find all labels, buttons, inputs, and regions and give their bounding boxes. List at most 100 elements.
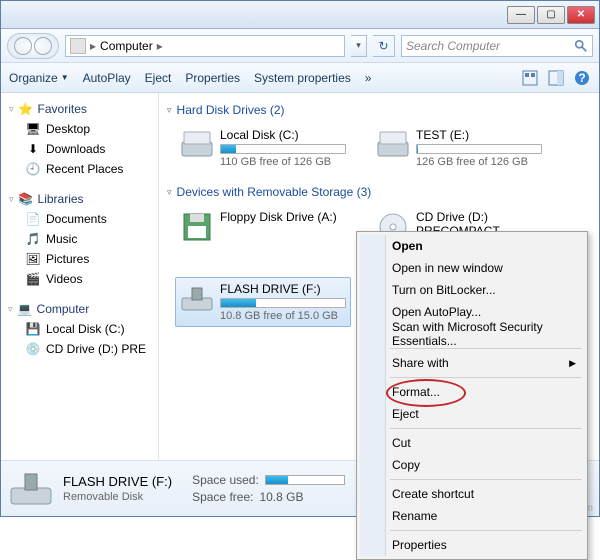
- chevron-right-icon: ▶: [569, 358, 576, 369]
- drive-flash-f[interactable]: FLASH DRIVE (F:) 10.8 GB free of 15.0 GB: [175, 277, 351, 327]
- usb-icon: [9, 470, 53, 508]
- navigation-pane: ▿⭐Favorites 🖥Desktop ⬇Downloads 🕘Recent …: [1, 93, 159, 460]
- toolbar-overflow[interactable]: »: [365, 71, 372, 85]
- eject-button[interactable]: Eject: [145, 71, 172, 85]
- folder-icon: 📄: [25, 211, 41, 227]
- menu-item-properties[interactable]: Properties: [360, 534, 584, 556]
- space-used-label: Space used:: [192, 473, 259, 487]
- drive-label: Local Disk (C:): [220, 128, 346, 142]
- group-hard-disks[interactable]: ▿Hard Disk Drives (2): [167, 103, 595, 117]
- menu-item-open-in-new-window[interactable]: Open in new window: [360, 257, 584, 279]
- chevron-down-icon: ▿: [8, 304, 13, 315]
- space-free-value: 10.8 GB: [259, 490, 303, 504]
- sidebar-item-documents[interactable]: 📄Documents: [5, 209, 154, 229]
- chevron-right-icon: ▸: [90, 39, 96, 53]
- drive-sub: 110 GB free of 126 GB: [220, 156, 346, 168]
- usb-icon: [180, 282, 214, 316]
- menu-item-create-shortcut[interactable]: Create shortcut: [360, 483, 584, 505]
- sidebar-item-music[interactable]: 🎵Music: [5, 229, 154, 249]
- context-menu: OpenOpen in new windowTurn on BitLocker.…: [356, 231, 588, 560]
- minimize-button[interactable]: —: [507, 6, 535, 24]
- menu-item-scan-with-microsoft-security-essentials[interactable]: Scan with Microsoft Security Essentials.…: [360, 323, 584, 345]
- back-icon: [14, 37, 32, 55]
- sidebar-item-downloads[interactable]: ⬇Downloads: [5, 139, 154, 159]
- computer-group[interactable]: ▿💻Computer: [5, 299, 154, 319]
- chevron-down-icon: ▼: [61, 73, 69, 82]
- computer-icon: 💻: [17, 301, 33, 317]
- titlebar: — ▢ ✕: [1, 1, 599, 29]
- close-button[interactable]: ✕: [567, 6, 595, 24]
- computer-icon: [70, 38, 86, 54]
- sidebar-item-recent[interactable]: 🕘Recent Places: [5, 159, 154, 179]
- menu-item-turn-on-bitlocker[interactable]: Turn on BitLocker...: [360, 279, 584, 301]
- menu-item-format[interactable]: Format...: [360, 381, 584, 403]
- usage-bar: [220, 298, 346, 308]
- drive-local-c[interactable]: Local Disk (C:) 110 GB free of 126 GB: [175, 123, 351, 173]
- sidebar-item-localdisk[interactable]: 💾Local Disk (C:): [5, 319, 154, 339]
- drive-floppy-a[interactable]: Floppy Disk Drive (A:): [175, 205, 351, 269]
- menu-item-copy[interactable]: Copy: [360, 454, 584, 476]
- usage-bar: [220, 144, 346, 154]
- sidebar-item-videos[interactable]: 🎬Videos: [5, 269, 154, 289]
- hdd-icon: [180, 128, 214, 162]
- drive-sub: 10.8 GB free of 15.0 GB: [220, 310, 346, 322]
- chevron-right-icon: ▸: [157, 39, 163, 53]
- chevron-down-icon: ▿: [9, 104, 14, 115]
- navbar: ▸ Computer ▸ ▾ ↻ Search Computer: [1, 29, 599, 63]
- search-icon: [574, 39, 588, 53]
- menu-item-rename[interactable]: Rename: [360, 505, 584, 527]
- music-icon: 🎵: [25, 231, 41, 247]
- preview-pane-button[interactable]: [547, 69, 565, 87]
- downloads-icon: ⬇: [25, 141, 41, 157]
- forward-icon: [34, 37, 52, 55]
- chevron-down-icon: ▿: [9, 194, 14, 205]
- breadcrumb[interactable]: ▸ Computer ▸: [65, 35, 345, 57]
- hdd-icon: [376, 128, 410, 162]
- breadcrumb-item[interactable]: Computer: [100, 39, 153, 53]
- menu-item-cut[interactable]: Cut: [360, 432, 584, 454]
- cd-icon: 💿: [25, 341, 41, 357]
- star-icon: ⭐: [18, 101, 34, 117]
- toolbar: Organize▼ AutoPlay Eject Properties Syst…: [1, 63, 599, 93]
- menu-item-eject[interactable]: Eject: [360, 403, 584, 425]
- menu-item-open[interactable]: Open: [360, 235, 584, 257]
- menu-separator: [390, 479, 582, 480]
- nav-back-forward[interactable]: [7, 33, 59, 59]
- chevron-down-icon: ▿: [167, 105, 172, 116]
- sidebar-item-cddrive[interactable]: 💿CD Drive (D:) PRE: [5, 339, 154, 359]
- drive-test-e[interactable]: TEST (E:) 126 GB free of 126 GB: [371, 123, 547, 173]
- group-removable[interactable]: ▿Devices with Removable Storage (3): [167, 185, 595, 199]
- libraries-group[interactable]: ▿📚Libraries: [5, 189, 154, 209]
- drive-sub: 126 GB free of 126 GB: [416, 156, 542, 168]
- sidebar-item-pictures[interactable]: 🖼Pictures: [5, 249, 154, 269]
- space-free-label: Space free:: [192, 490, 253, 504]
- system-properties-button[interactable]: System properties: [254, 71, 351, 85]
- organize-menu[interactable]: Organize▼: [9, 71, 69, 85]
- chevron-down-icon: ▿: [167, 187, 172, 198]
- pictures-icon: 🖼: [25, 251, 41, 267]
- help-button[interactable]: ?: [573, 69, 591, 87]
- menu-separator: [390, 428, 582, 429]
- maximize-button[interactable]: ▢: [537, 6, 565, 24]
- autoplay-button[interactable]: AutoPlay: [83, 71, 131, 85]
- refresh-button[interactable]: ↻: [373, 35, 395, 57]
- libraries-icon: 📚: [18, 191, 34, 207]
- search-input[interactable]: Search Computer: [401, 35, 593, 57]
- usage-bar: [265, 475, 345, 485]
- details-type: Removable Disk: [63, 491, 172, 503]
- menu-separator: [390, 530, 582, 531]
- menu-separator: [390, 348, 582, 349]
- history-dropdown[interactable]: ▾: [351, 35, 367, 57]
- sidebar-item-desktop[interactable]: 🖥Desktop: [5, 119, 154, 139]
- properties-button[interactable]: Properties: [185, 71, 240, 85]
- recent-icon: 🕘: [25, 161, 41, 177]
- view-mode-button[interactable]: [521, 69, 539, 87]
- desktop-icon: 🖥: [25, 121, 41, 137]
- details-name: FLASH DRIVE (F:): [63, 474, 172, 489]
- menu-item-share-with[interactable]: Share with▶: [360, 352, 584, 374]
- drive-icon: 💾: [25, 321, 41, 337]
- usage-bar: [416, 144, 542, 154]
- drive-label: FLASH DRIVE (F:): [220, 282, 346, 296]
- favorites-group[interactable]: ▿⭐Favorites: [5, 99, 154, 119]
- floppy-icon: [180, 210, 214, 244]
